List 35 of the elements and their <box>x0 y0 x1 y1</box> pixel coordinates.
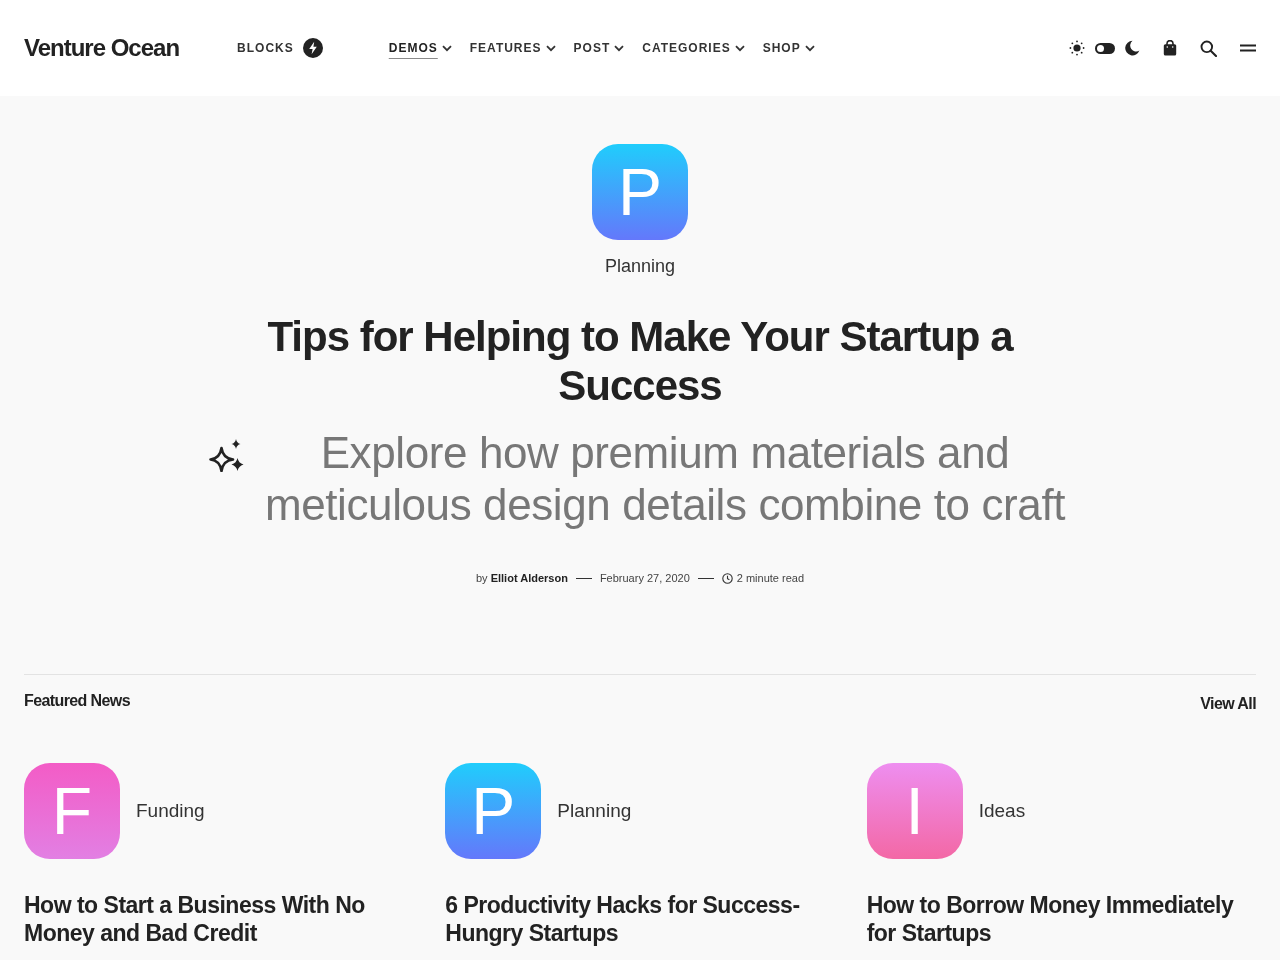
sun-icon <box>1069 40 1085 56</box>
category-link[interactable]: Planning <box>557 799 632 823</box>
post-title: Tips for Helping to Make Your Startup a Success <box>266 312 1015 410</box>
nav-menu-item[interactable]: DEMOS <box>388 40 452 56</box>
site-logo[interactable]: Venture Ocean <box>24 33 180 63</box>
read-time: 2 minute read <box>736 571 805 586</box>
article-title-link[interactable]: 6 Productivity Hacks for Success-Hungry Startups <box>445 891 835 947</box>
nav-menu-item[interactable]: FEATURES <box>469 40 556 56</box>
category-link[interactable]: Planning <box>604 254 676 278</box>
chevron-down-icon <box>804 44 815 52</box>
clock-icon <box>721 572 733 584</box>
theme-toggle-switch[interactable] <box>1095 42 1115 54</box>
menu-icon[interactable] <box>1240 44 1256 52</box>
blocks-link[interactable]: BLOCKS <box>237 38 323 58</box>
sparkles-icon <box>209 438 245 472</box>
nav-menu-item[interactable]: CATEGORIES <box>642 40 745 56</box>
view-all-link[interactable]: View All <box>1200 692 1256 716</box>
section-heading: Featured News <box>24 691 130 711</box>
chevron-down-icon <box>441 44 452 52</box>
nav-menu-item[interactable]: POST <box>573 40 625 56</box>
lightning-bolt-icon <box>302 38 323 58</box>
category-link[interactable]: Funding <box>136 799 205 823</box>
chevron-down-icon <box>614 44 625 52</box>
author-byline[interactable]: by Elliot Alderson <box>475 570 568 586</box>
post-subtitle: Explore how premium materials and meticulous design details combine to craft <box>263 427 1067 531</box>
article-title-link[interactable]: How to Borrow Money Immediately for Startups <box>866 891 1256 947</box>
chevron-down-icon <box>545 44 556 52</box>
post-date: February 27, 2020 <box>599 571 690 586</box>
nav-menu-item[interactable]: SHOP <box>762 40 815 56</box>
chevron-down-icon <box>734 44 745 52</box>
article-title-link[interactable]: How to Start a Business With No Money and Bad Credit <box>24 891 414 947</box>
category-link[interactable]: Ideas <box>978 799 1026 823</box>
shopping-bag-icon[interactable] <box>1163 40 1177 56</box>
search-icon[interactable] <box>1200 39 1217 57</box>
moon-icon[interactable] <box>1124 40 1140 56</box>
